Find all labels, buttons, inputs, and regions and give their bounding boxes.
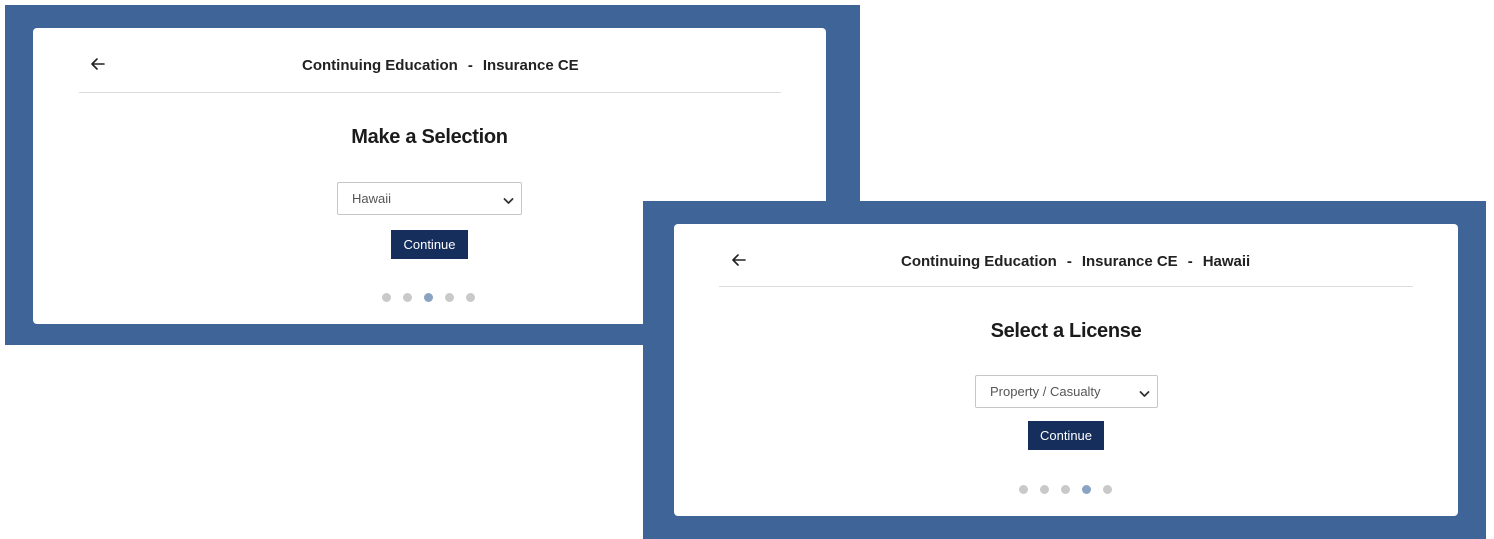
step-dot-4-active[interactable] [1082, 485, 1091, 494]
breadcrumb-item: Continuing Education [302, 57, 458, 74]
select-value: Property / Casualty [990, 384, 1101, 399]
header-divider [79, 92, 781, 93]
back-button[interactable] [727, 248, 751, 272]
continue-button[interactable]: Continue [1028, 421, 1104, 450]
breadcrumb: Continuing Education - Insurance CE [302, 57, 579, 74]
step-dot-1[interactable] [1019, 485, 1028, 494]
step-dot-3-active[interactable] [424, 293, 433, 302]
breadcrumb: Continuing Education - Insurance CE - Ha… [901, 253, 1250, 270]
breadcrumb-item: Insurance CE [482, 57, 579, 74]
page-heading: Make a Selection [351, 126, 508, 148]
step-dot-1[interactable] [382, 293, 391, 302]
breadcrumb-item: Hawaii [1202, 253, 1251, 270]
step-dot-5[interactable] [1103, 485, 1112, 494]
step-indicator [1019, 485, 1112, 494]
panel-2-card: Continuing Education - Insurance CE - Ha… [674, 224, 1458, 516]
state-select[interactable]: Hawaii [337, 182, 522, 215]
continue-button[interactable]: Continue [391, 230, 468, 259]
breadcrumb-separator: - [1066, 253, 1072, 270]
step-indicator [382, 293, 475, 302]
step-dot-2[interactable] [1040, 485, 1049, 494]
breadcrumb-separator: - [467, 57, 473, 74]
arrow-left-icon [91, 58, 105, 70]
header-divider [719, 286, 1413, 287]
step-dot-4[interactable] [445, 293, 454, 302]
license-select[interactable]: Property / Casualty [975, 375, 1158, 408]
back-button[interactable] [86, 52, 110, 76]
breadcrumb-item: Insurance CE [1081, 253, 1178, 270]
breadcrumb-item: Continuing Education [901, 253, 1057, 270]
breadcrumb-separator: - [1187, 253, 1193, 270]
chevron-down-icon [503, 194, 514, 209]
step-dot-3[interactable] [1061, 485, 1070, 494]
select-value: Hawaii [352, 191, 392, 206]
arrow-left-icon [732, 254, 746, 266]
step-dot-5[interactable] [466, 293, 475, 302]
page-heading: Select a License [990, 320, 1142, 342]
chevron-down-icon [1139, 387, 1150, 402]
step-dot-2[interactable] [403, 293, 412, 302]
